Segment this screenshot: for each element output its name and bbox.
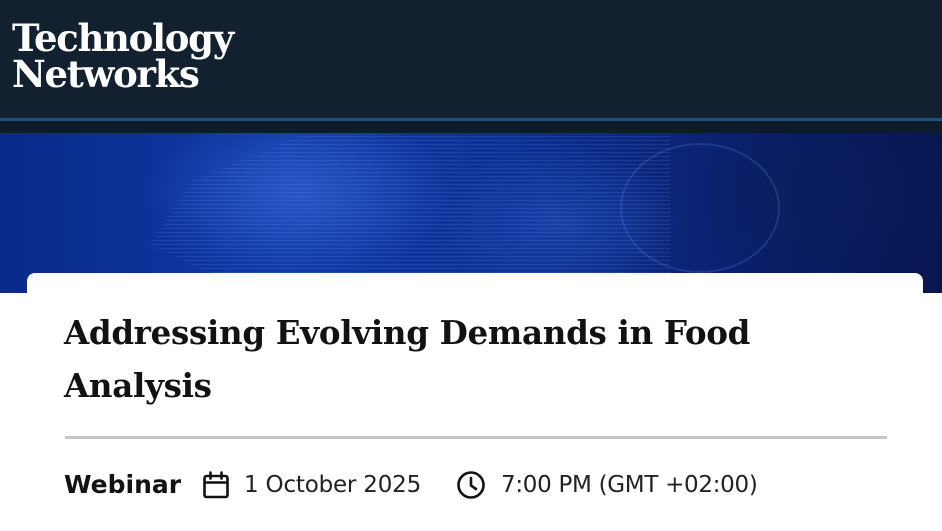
header-gap: [0, 121, 942, 133]
banner-molecule-shape: [620, 143, 780, 273]
event-time: 7:00 PM (GMT +02:00): [501, 472, 758, 498]
site-header: Technology Networks: [0, 0, 942, 122]
event-type-label: Webinar: [64, 470, 182, 499]
event-date: 1 October 2025: [244, 472, 422, 498]
clock-icon: [456, 470, 486, 500]
technology-networks-logo[interactable]: Technology Networks: [12, 16, 234, 96]
title-divider: [65, 436, 887, 439]
logo-line-2: Networks: [12, 52, 200, 96]
logo-line-1: Technology: [12, 16, 234, 60]
calendar-icon: [201, 470, 231, 500]
event-title: Addressing Evolving Demands in Food Anal…: [64, 313, 751, 405]
banner-texture: [150, 133, 670, 293]
hero-banner-image: [0, 133, 942, 293]
